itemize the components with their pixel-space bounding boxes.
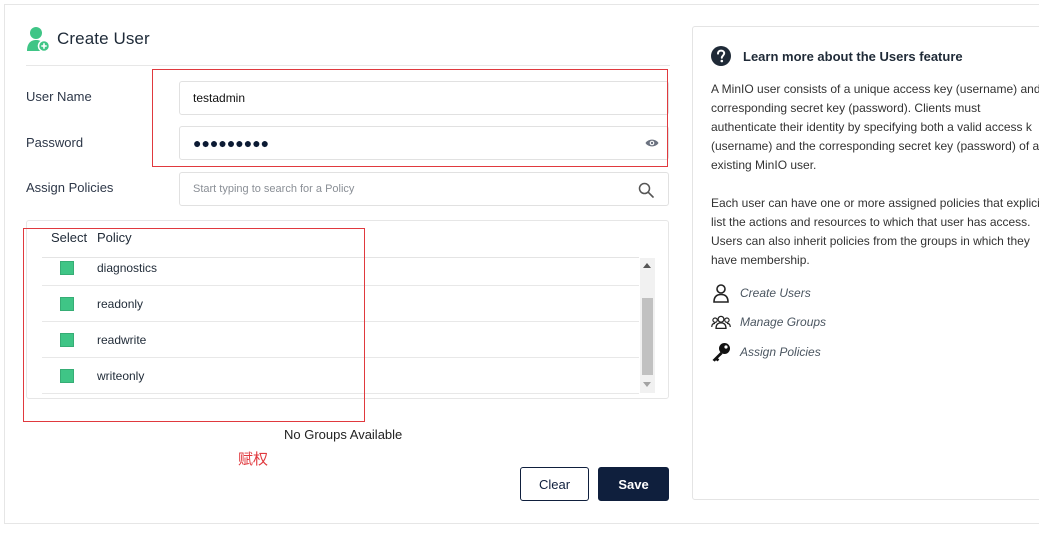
- help-link-manage-groups[interactable]: Manage Groups: [711, 312, 826, 332]
- users-group-icon: [711, 315, 731, 329]
- policy-list-scrollbar[interactable]: [640, 258, 655, 393]
- scroll-down-arrow-icon[interactable]: [643, 382, 651, 387]
- clear-button[interactable]: Clear: [520, 467, 589, 501]
- no-groups-message: No Groups Available: [284, 427, 403, 442]
- user-icon: [713, 284, 729, 303]
- annotation-text: 赋权: [238, 450, 269, 468]
- help-link-create-users[interactable]: Create Users: [711, 283, 811, 303]
- password-label: Password: [26, 135, 84, 150]
- policy-search-placeholder: Start typing to search for a Policy: [193, 183, 355, 195]
- help-link-assign-policies[interactable]: Assign Policies: [711, 342, 821, 362]
- page-header: Create User: [26, 26, 150, 52]
- add-user-icon: [27, 27, 50, 52]
- scroll-up-arrow-icon[interactable]: [643, 263, 651, 268]
- help-paragraph-1: A MinIO user consists of a unique access…: [711, 82, 1039, 172]
- page-title: Create User: [57, 29, 150, 48]
- username-password-highlight-box: [152, 69, 668, 167]
- scroll-thumb[interactable]: [642, 298, 653, 375]
- help-paragraph-2: Each user can have one or more assigned …: [711, 196, 1039, 267]
- save-button[interactable]: Save: [598, 467, 669, 501]
- policy-selection-highlight-box: [23, 228, 365, 422]
- help-link-label[interactable]: Create Users: [740, 286, 811, 300]
- policy-search-input[interactable]: Start typing to search for a Policy: [179, 172, 669, 206]
- search-icon: [638, 182, 654, 198]
- help-title: Learn more about the Users feature: [743, 48, 963, 64]
- help-link-label[interactable]: Manage Groups: [740, 315, 826, 329]
- key-icon: [712, 343, 730, 362]
- username-label: User Name: [26, 89, 92, 104]
- help-link-label[interactable]: Assign Policies: [740, 345, 821, 359]
- question-circle-icon: [711, 46, 731, 66]
- help-header: Learn more about the Users feature: [711, 46, 963, 66]
- assign-policies-label: Assign Policies: [26, 180, 114, 195]
- title-divider: [26, 65, 670, 66]
